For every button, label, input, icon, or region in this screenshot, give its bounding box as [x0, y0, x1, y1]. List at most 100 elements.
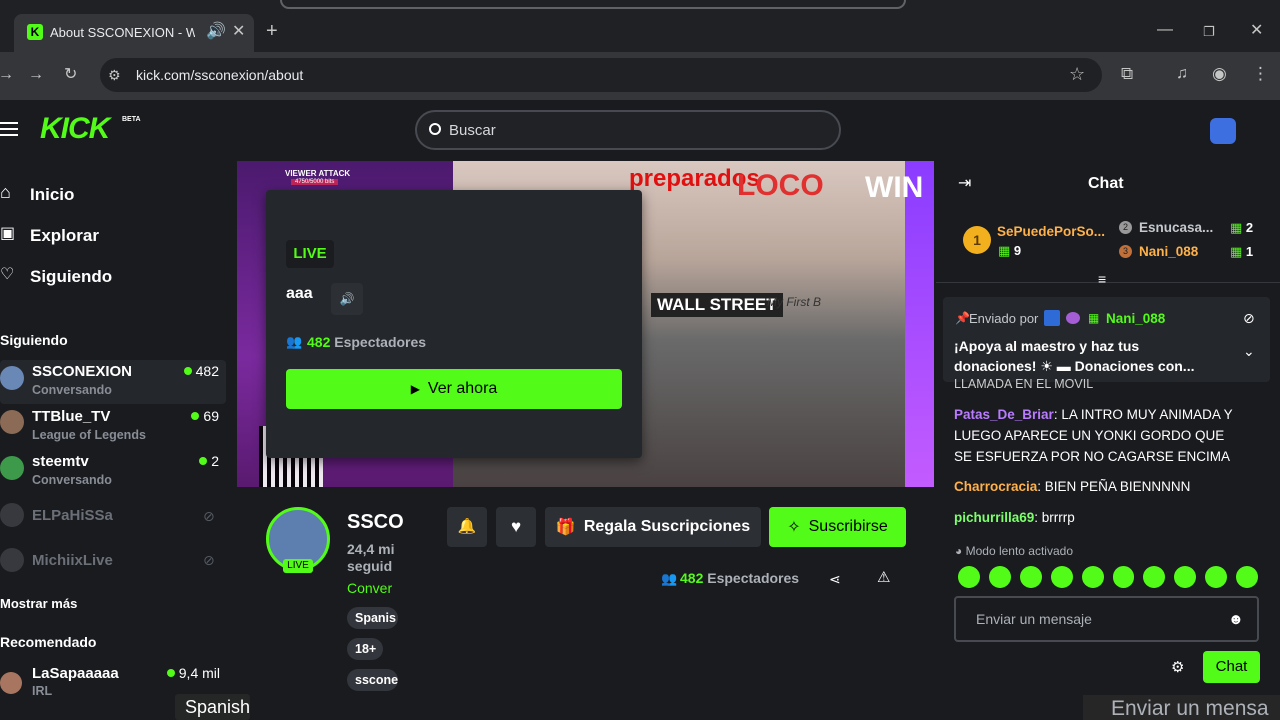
channel-category: Conversando [32, 473, 112, 487]
emote-icon[interactable] [1143, 566, 1166, 588]
channel-name: SSCONEXION [32, 363, 133, 380]
restore-icon[interactable]: ❐ [1203, 24, 1215, 40]
stream-preview-popup [266, 190, 642, 458]
emote-icon[interactable] [1205, 566, 1228, 588]
url-text[interactable]: kick.com/ssconexion/about [136, 67, 303, 83]
share-icon[interactable]: ⋖ [829, 571, 841, 587]
collapse-chat-icon[interactable]: ⇥ [958, 176, 971, 192]
emote-icon[interactable] [988, 566, 1011, 588]
window-drag-area [280, 0, 906, 9]
emote-icon[interactable] [958, 566, 980, 588]
slow-mode-icon: ◕ [955, 544, 963, 558]
badge-icon [1066, 312, 1080, 324]
wall-street-sign: WALL STREET [651, 293, 783, 317]
user-avatar[interactable] [1210, 118, 1236, 144]
badge-icon [1044, 310, 1060, 326]
chevron-down-icon[interactable]: ⌄ [1243, 343, 1255, 359]
emoji-icon[interactable]: ☻ [1228, 611, 1244, 628]
caption-overlay: Spanish [175, 694, 250, 720]
emote-icon[interactable] [1081, 566, 1104, 588]
back-icon[interactable]: → [0, 67, 14, 83]
show-more-link[interactable]: Mostrar más [0, 596, 77, 611]
gift-icon: ▦ [1230, 244, 1243, 259]
following-heading: Siguiendo [0, 332, 68, 348]
mute-button[interactable]: 🔊 [331, 283, 363, 315]
gift-icon: ▦ [998, 243, 1011, 258]
bookmark-star-icon[interactable]: ☆ [1069, 65, 1085, 83]
channel-name[interactable]: steemtv [32, 453, 89, 470]
subscribe-button[interactable]: ✧ Suscribirse [769, 507, 906, 547]
tag-channel[interactable]: sscone [347, 669, 398, 691]
report-icon[interactable]: ⚠ [877, 570, 890, 586]
extensions-icon[interactable]: ⧉ [1121, 65, 1133, 82]
leader-name[interactable]: Esnucasa... [1139, 220, 1213, 235]
expand-leaderboard-icon[interactable]: ≡ [1098, 271, 1106, 287]
media-control-icon[interactable]: ♫ [1176, 66, 1188, 82]
chat-username[interactable]: Patas_De_Briar [954, 407, 1054, 422]
live-dot-icon [166, 669, 175, 677]
tag-age[interactable]: 18+ [347, 638, 383, 660]
emote-icon[interactable] [1236, 566, 1259, 588]
reload-icon[interactable]: ↻ [64, 67, 77, 83]
viewer-count: 69 [170, 408, 219, 424]
emote-icon[interactable] [1112, 566, 1135, 588]
nav-following[interactable]: Siguiendo [30, 267, 112, 287]
leader-name[interactable]: Nani_088 [1139, 244, 1198, 259]
rank-3-badge: 3 [1119, 245, 1132, 258]
hamburger-menu-icon[interactable] [0, 122, 18, 136]
gift-subs-button[interactable]: 🎁 Regala Suscripciones [545, 507, 761, 547]
minimize-icon[interactable]: — [1157, 22, 1173, 38]
profile-icon[interactable]: ◉ [1212, 65, 1227, 82]
tab-title: About SSCONEXION - Watc [50, 25, 195, 40]
channel-live-badge: LIVE [283, 559, 313, 573]
kick-logo[interactable]: KICK [40, 112, 110, 146]
avatar [0, 366, 24, 390]
chat-username[interactable]: pichurrilla69 [954, 510, 1034, 525]
emote-icon[interactable] [1019, 566, 1042, 588]
pinned-sent-by: Enviado por [969, 311, 1039, 326]
nav-home[interactable]: Inicio [30, 185, 74, 205]
window-close-icon[interactable]: ✕ [1250, 23, 1263, 39]
browser-menu-icon[interactable]: ⋮ [1252, 65, 1269, 82]
kick-favicon-icon: K [27, 24, 43, 40]
forward-icon[interactable]: → [28, 67, 44, 83]
channel-category[interactable]: Conver [347, 580, 392, 596]
chat-username[interactable]: Charrocracia [954, 479, 1037, 494]
site-info-icon[interactable]: ⚙ [108, 67, 121, 83]
stream-title: aaa [286, 285, 313, 302]
notification-button[interactable]: 🔔 [447, 507, 487, 547]
book-title: My First B [767, 295, 821, 309]
leader-count: ▦ 1 [1230, 244, 1254, 259]
recommended-heading: Recomendado [0, 634, 97, 650]
channel-name[interactable]: LaSapaaaaa [32, 665, 119, 682]
channel-category: League of Legends [32, 428, 146, 442]
channel-name[interactable]: ELPaHiSSa [32, 507, 113, 524]
channel-name[interactable]: TTBlue_TV [32, 408, 110, 425]
pinned-user[interactable]: Nani_088 [1106, 311, 1165, 326]
viewer-attack-progress: 4750/5000 bits [291, 179, 339, 185]
tag-language[interactable]: Spanis [347, 607, 398, 629]
pinned-text: ¡Apoya al maestro y haz tus donaciones! … [954, 338, 1195, 374]
new-tab-icon[interactable]: + [266, 21, 278, 41]
channel-name[interactable]: MichiixLive [32, 552, 113, 569]
chat-settings-icon[interactable]: ⚙ [1171, 658, 1184, 676]
emote-icon[interactable] [1174, 566, 1197, 588]
chat-message: Charrocracia: BIEN PEÑA BIENNNNN [954, 479, 1191, 494]
follow-heart-button[interactable]: ♥ [496, 507, 536, 547]
hide-pinned-icon[interactable]: ⊘ [1243, 310, 1255, 327]
leader-count: ▦ 2 [1230, 220, 1254, 235]
tab-close-icon[interactable]: ✕ [232, 24, 245, 40]
search-placeholder: Buscar [449, 122, 496, 139]
tab-audio-icon[interactable]: 🔊 [206, 24, 226, 40]
rank-1-badge: 1 [963, 226, 991, 254]
channel-viewers: 482 Espectadores [680, 570, 800, 586]
leader-name[interactable]: SePuedePorSo... [997, 224, 1105, 239]
watch-now-button[interactable]: ▶ Ver ahora [286, 369, 622, 409]
chat-send-button[interactable]: Chat [1203, 651, 1260, 683]
slow-mode-notice: ◕ Modo lento activado [955, 544, 1073, 558]
video-right-border [905, 161, 934, 487]
emote-icon[interactable] [1050, 566, 1073, 588]
channel-name: SSCO [347, 511, 404, 533]
explore-icon: ▣ [0, 225, 16, 242]
nav-explore[interactable]: Explorar [30, 226, 99, 246]
